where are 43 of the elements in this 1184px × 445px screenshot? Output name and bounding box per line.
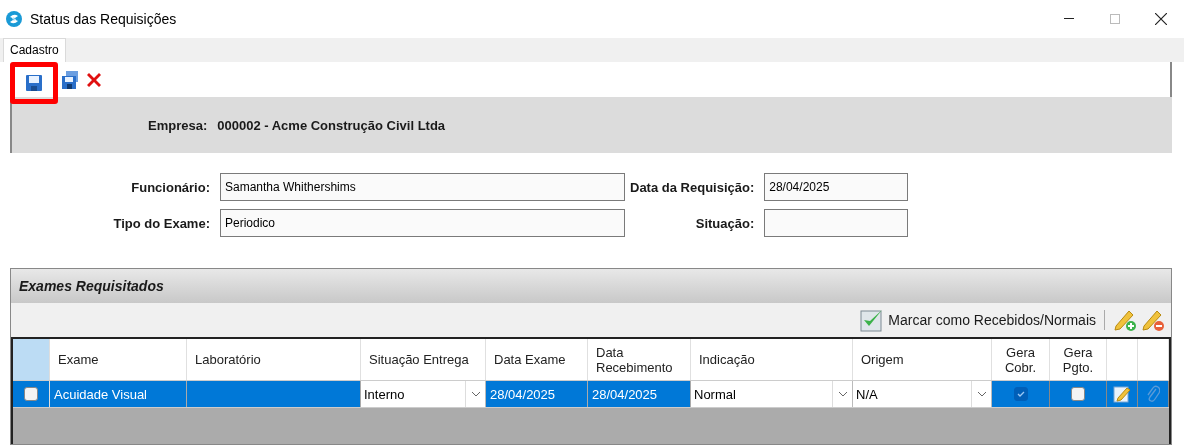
maximize-icon: [1110, 14, 1120, 24]
pencil-add-icon[interactable]: [1113, 308, 1137, 332]
column-header[interactable]: Gera Pgto.: [1050, 339, 1107, 380]
dropdown[interactable]: Interno: [361, 381, 486, 407]
paperclip-icon[interactable]: [1146, 384, 1160, 404]
dropdown[interactable]: Normal: [691, 381, 853, 407]
minimize-icon: [1064, 18, 1074, 20]
check-icon: [1015, 389, 1026, 399]
table-cell: Acuidade Visual: [50, 381, 187, 407]
column-header[interactable]: Origem: [853, 339, 992, 380]
company-label: Empresa:: [148, 117, 208, 133]
checkbox[interactable]: [1071, 387, 1085, 401]
company-value: 000002 - Acme Construção Civil Ltda: [217, 117, 446, 133]
column-header[interactable]: Indicação: [691, 339, 853, 380]
menu-tab[interactable]: Cadastro: [3, 38, 66, 62]
close-icon: [1155, 13, 1167, 25]
column-header[interactable]: Data Recebimento: [588, 339, 691, 380]
checkbox[interactable]: [1013, 387, 1028, 401]
column-header[interactable]: Exame: [50, 339, 187, 380]
app-logo-icon: [6, 11, 22, 27]
field-label: Tipo do Exame:: [113, 215, 210, 231]
column-header[interactable]: Gera Cobr.: [992, 339, 1050, 380]
field-label: Situação:: [695, 215, 755, 231]
column-header[interactable]: Data Exame: [486, 339, 588, 380]
mark-received-button[interactable]: Marcar como Recebidos/Normais: [860, 308, 1096, 332]
input-field[interactable]: Periodico: [220, 209, 625, 237]
input-field[interactable]: Samantha Whithershims: [220, 173, 625, 201]
checkmark-icon: [860, 308, 885, 332]
table-cell: 28/04/2025: [588, 381, 691, 407]
column-header[interactable]: Laboratório: [187, 339, 361, 380]
checkbox[interactable]: [24, 387, 38, 401]
column-header[interactable]: Situação Entrega: [361, 339, 486, 380]
floppy-disks-icon: [61, 69, 79, 90]
pencil-remove-icon[interactable]: [1141, 308, 1165, 332]
table-cell: 28/04/2025: [486, 381, 588, 407]
field-label: Data da Requisição:: [630, 179, 755, 195]
section-title: Exames Requisitados: [19, 278, 164, 294]
edit-note-icon[interactable]: [1113, 385, 1131, 403]
window-title: Status das Requisições: [30, 11, 178, 27]
input-field[interactable]: [764, 209, 909, 237]
dropdown[interactable]: N/A: [853, 381, 992, 407]
field-label: Funcionário:: [130, 179, 210, 195]
input-field[interactable]: 28/04/2025: [764, 173, 909, 201]
